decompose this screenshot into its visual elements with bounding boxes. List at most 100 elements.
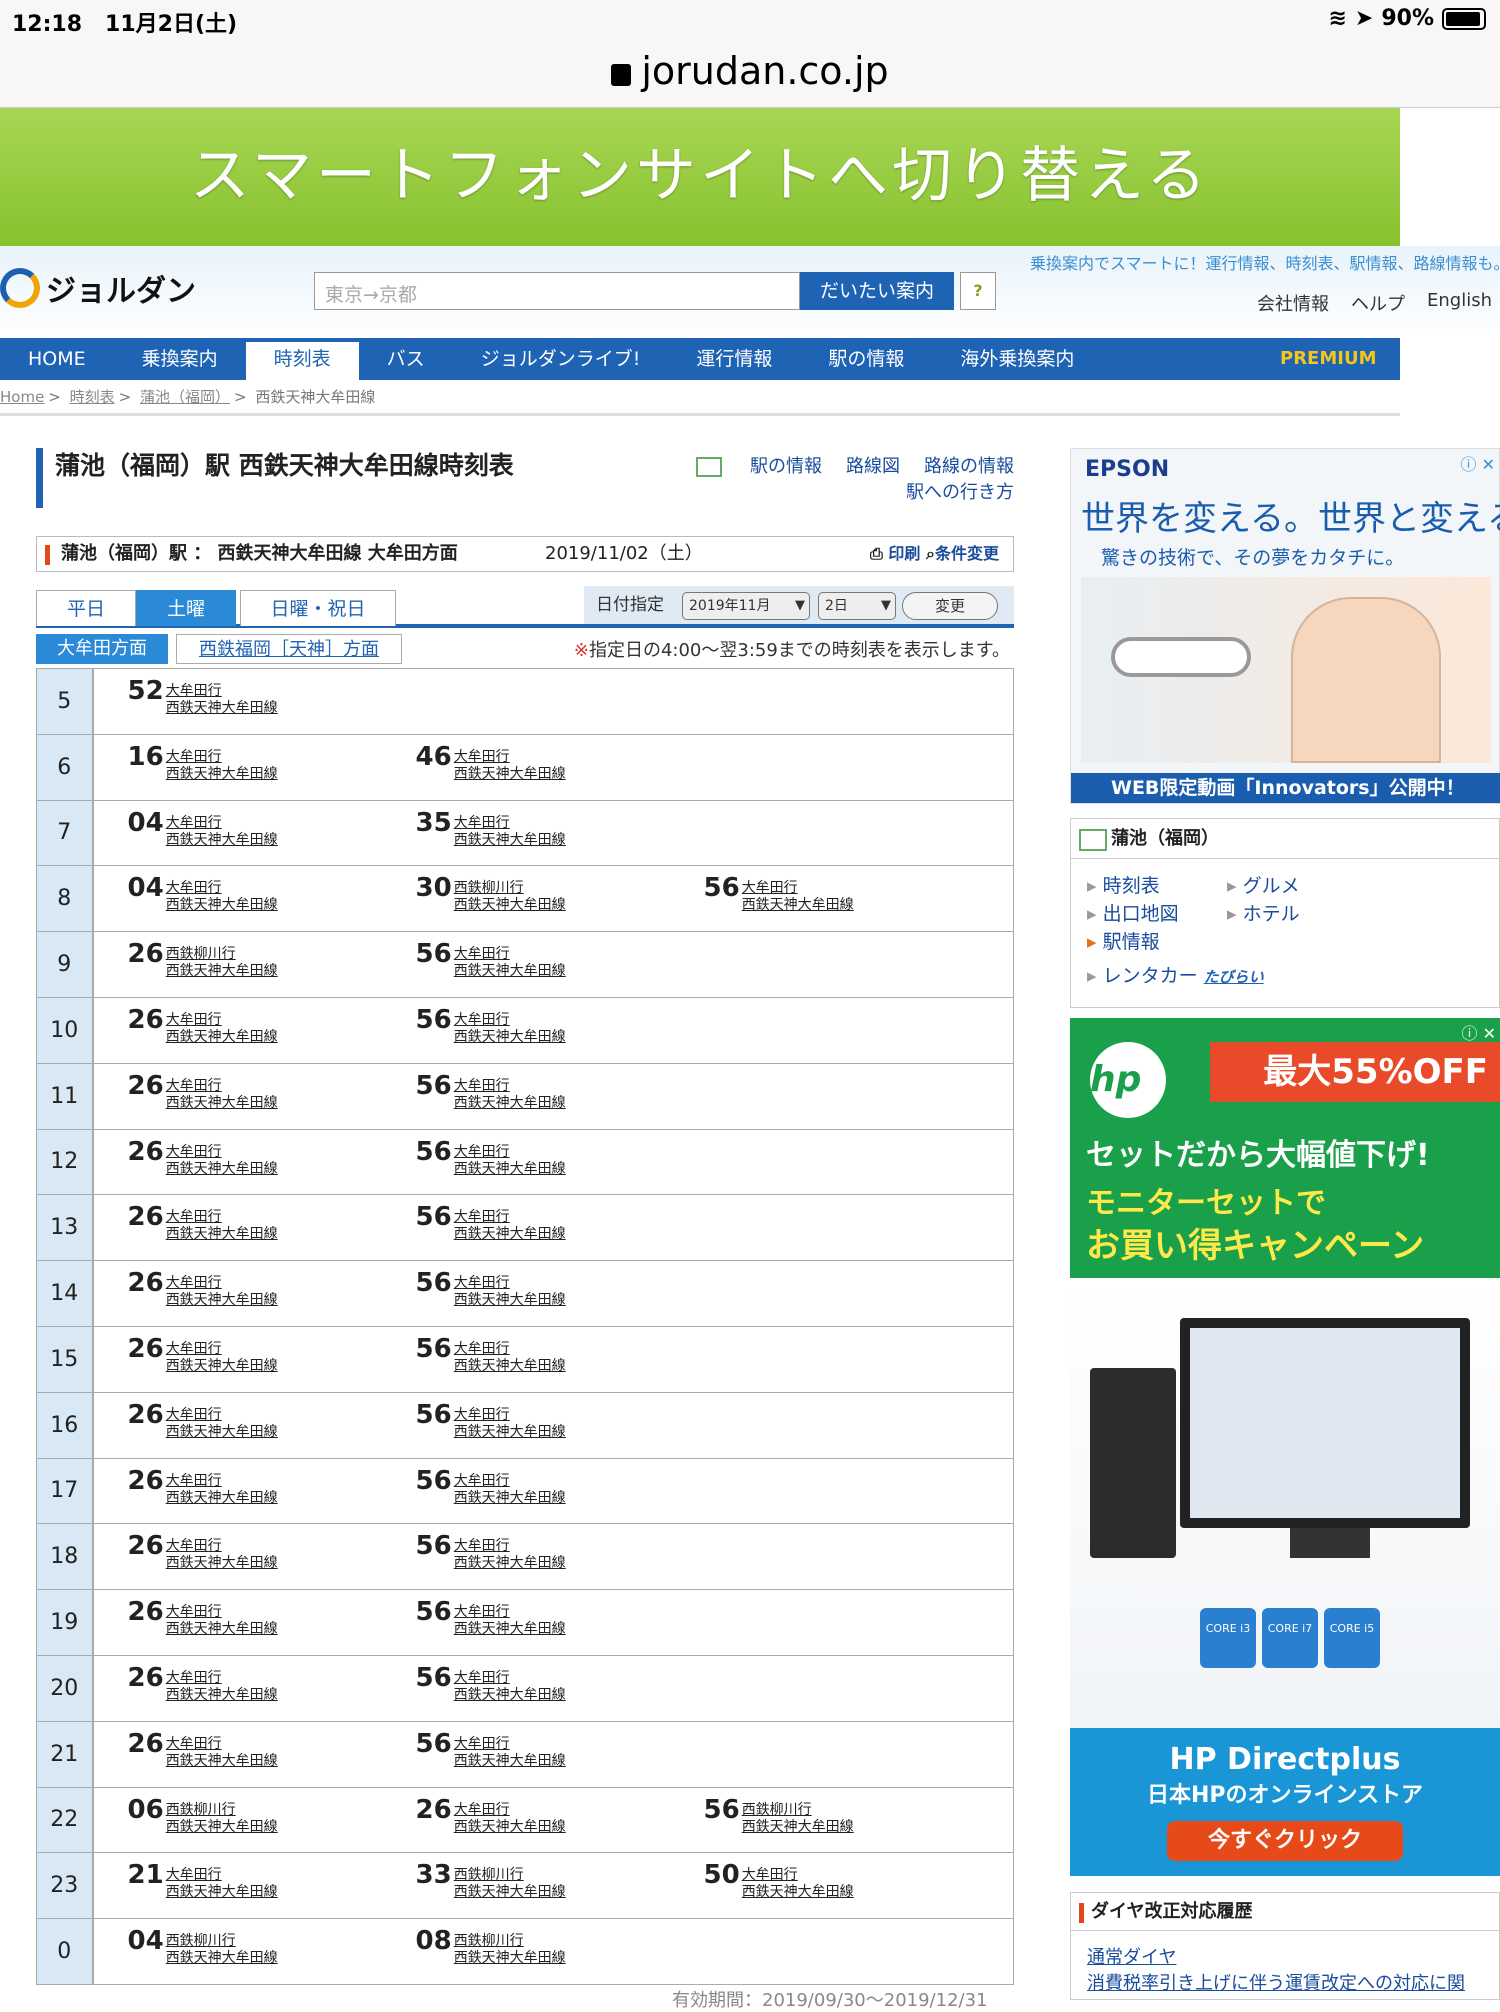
departure[interactable]: 26 大牟田行 西鉄天神大牟田線: [128, 1401, 278, 1441]
station-icon: [696, 457, 722, 477]
day-select[interactable]: 2日: [818, 592, 896, 620]
month-select[interactable]: 2019年11月: [682, 592, 810, 620]
station-link-exit-map[interactable]: 出口地図: [1087, 899, 1179, 926]
departure-line: 西鉄天神大牟田線: [453, 831, 566, 848]
direction-tenjin[interactable]: 西鉄福岡［天神］方面: [176, 634, 402, 664]
departure[interactable]: 16 大牟田行 西鉄天神大牟田線: [128, 743, 278, 783]
departure[interactable]: 21 大牟田行 西鉄天神大牟田線: [128, 1861, 278, 1901]
departure-line: 西鉄天神大牟田線: [453, 1686, 566, 1703]
nav-home[interactable]: HOME: [0, 338, 114, 380]
nav-transfer[interactable]: 乗換案内: [114, 338, 246, 380]
departure[interactable]: 56 大牟田行 西鉄天神大牟田線: [416, 940, 566, 980]
hour-cell: 18: [36, 1523, 94, 1590]
departure[interactable]: 35 大牟田行 西鉄天神大牟田線: [416, 809, 566, 849]
departure[interactable]: 04 西鉄柳川行 西鉄天神大牟田線: [128, 1927, 278, 1967]
departure[interactable]: 56 大牟田行 西鉄天神大牟田線: [416, 1269, 566, 1309]
departure[interactable]: 56 大牟田行 西鉄天神大牟田線: [416, 1203, 566, 1243]
departure[interactable]: 56 西鉄柳川行 西鉄天神大牟田線: [704, 1796, 854, 1836]
station-link-gourmet[interactable]: グルメ: [1227, 871, 1300, 898]
epson-ad[interactable]: ⓘ ✕ EPSON 世界を変える。世界と変える。 驚きの技術で、その夢をカタチに…: [1070, 448, 1500, 804]
link-station-info[interactable]: 駅の情報: [750, 456, 822, 477]
departure[interactable]: 06 西鉄柳川行 西鉄天神大牟田線: [128, 1796, 278, 1836]
revision-link-normal[interactable]: 通常ダイヤ: [1087, 1943, 1176, 1969]
station-link-rentacar[interactable]: レンタカー たびらい: [1087, 961, 1264, 988]
jorudan-logo[interactable]: ジョルダン: [0, 266, 196, 310]
departure[interactable]: 56 大牟田行 西鉄天神大牟田線: [416, 1532, 566, 1572]
departure[interactable]: 04 大牟田行 西鉄天神大牟田線: [128, 809, 278, 849]
departure[interactable]: 26 大牟田行 西鉄天神大牟田線: [416, 1796, 566, 1836]
departure-line: 西鉄天神大牟田線: [165, 1226, 278, 1243]
link-route-info[interactable]: 路線の情報: [924, 456, 1014, 477]
print-link[interactable]: 印刷: [888, 544, 920, 563]
departure[interactable]: 26 大牟田行 西鉄天神大牟田線: [128, 1269, 278, 1309]
direction-omuta[interactable]: 大牟田方面: [36, 634, 168, 664]
crumb-home[interactable]: Home: [0, 388, 44, 406]
station-link-hotel[interactable]: ホテル: [1227, 899, 1300, 926]
tab-saturday[interactable]: 土曜: [136, 590, 236, 626]
change-button[interactable]: 変更: [902, 592, 998, 620]
tab-weekday[interactable]: 平日: [36, 590, 136, 626]
departure[interactable]: 26 大牟田行 西鉄天神大牟田線: [128, 1598, 278, 1638]
departure[interactable]: 56 大牟田行 西鉄天神大牟田線: [416, 1138, 566, 1178]
departure[interactable]: 56 大牟田行 西鉄天神大牟田線: [416, 1467, 566, 1507]
departure[interactable]: 08 西鉄柳川行 西鉄天神大牟田線: [416, 1927, 566, 1967]
departure[interactable]: 50 大牟田行 西鉄天神大牟田線: [704, 1861, 854, 1901]
departure[interactable]: 56 大牟田行 西鉄天神大牟田線: [416, 1401, 566, 1441]
search-input[interactable]: 東京→京都: [314, 272, 800, 310]
minutes-cell: 06 西鉄柳川行 西鉄天神大牟田線 26 大牟田行 西鉄天神大牟田線 56 西鉄柳川行 西鉄天神…: [93, 1787, 1014, 1853]
hp-ad[interactable]: hp 最大55%OFF セットだから大幅値下げ! モニターセットで お買い得キャ…: [1070, 1018, 1500, 1876]
wifi-icon: ≋: [1328, 6, 1347, 31]
departure[interactable]: 26 大牟田行 西鉄天神大牟田線: [128, 1072, 278, 1112]
link-access[interactable]: 駅への行き方: [906, 482, 1014, 503]
nav-overseas[interactable]: 海外乗換案内: [932, 338, 1102, 380]
departure[interactable]: 56 大牟田行 西鉄天神大牟田線: [416, 1006, 566, 1046]
revision-link-tax[interactable]: 消費税率引き上げに伴う運賃改定への対応に関: [1087, 1969, 1465, 1995]
link-route-map[interactable]: 路線図: [846, 456, 900, 477]
departure[interactable]: 26 大牟田行 西鉄天神大牟田線: [128, 1730, 278, 1770]
nav-live[interactable]: ジョルダンライブ!: [453, 338, 669, 380]
tab-holiday[interactable]: 日曜・祝日: [240, 590, 396, 626]
link-help[interactable]: ヘルプ: [1351, 290, 1405, 316]
departure[interactable]: 56 大牟田行 西鉄天神大牟田線: [416, 1730, 566, 1770]
departure[interactable]: 26 大牟田行 西鉄天神大牟田線: [128, 1467, 278, 1507]
link-company[interactable]: 会社情報: [1257, 290, 1329, 316]
departure-line: 西鉄天神大牟田線: [453, 1884, 566, 1901]
departure[interactable]: 56 大牟田行 西鉄天神大牟田線: [704, 874, 854, 914]
departure[interactable]: 56 大牟田行 西鉄天神大牟田線: [416, 1335, 566, 1375]
departure[interactable]: 33 西鉄柳川行 西鉄天神大牟田線: [416, 1861, 566, 1901]
nav-operation[interactable]: 運行情報: [668, 338, 800, 380]
departure[interactable]: 46 大牟田行 西鉄天神大牟田線: [416, 743, 566, 783]
link-english[interactable]: English: [1427, 290, 1492, 316]
departure[interactable]: 04 大牟田行 西鉄天神大牟田線: [128, 874, 278, 914]
search-button[interactable]: だいたい案内: [800, 272, 954, 310]
smartphone-site-banner[interactable]: スマートフォンサイトへ切り替える: [0, 108, 1400, 246]
departure[interactable]: 26 大牟田行 西鉄天神大牟田線: [128, 1203, 278, 1243]
address-bar[interactable]: jorudan.co.jp: [0, 40, 1500, 108]
departure[interactable]: 30 西鉄柳川行 西鉄天神大牟田線: [416, 874, 566, 914]
departure-destination: 大牟田行: [165, 1735, 222, 1752]
station-link-timetable[interactable]: 時刻表: [1087, 871, 1160, 898]
ad-close-icon[interactable]: ⓘ ✕: [1461, 451, 1496, 475]
departure[interactable]: 26 大牟田行 西鉄天神大牟田線: [128, 1138, 278, 1178]
departure[interactable]: 52 大牟田行 西鉄天神大牟田線: [128, 677, 278, 717]
departure[interactable]: 26 大牟田行 西鉄天神大牟田線: [128, 1335, 278, 1375]
nav-station[interactable]: 駅の情報: [800, 338, 932, 380]
nav-timetable[interactable]: 時刻表: [245, 338, 359, 380]
change-condition-link[interactable]: 条件変更: [935, 544, 999, 563]
crumb-timetable[interactable]: 時刻表: [70, 388, 115, 406]
departure[interactable]: 56 大牟田行 西鉄天神大牟田線: [416, 1664, 566, 1704]
departure-destination: 大牟田行: [741, 880, 798, 897]
departure[interactable]: 26 大牟田行 西鉄天神大牟田線: [128, 1006, 278, 1046]
departure[interactable]: 56 大牟田行 西鉄天神大牟田線: [416, 1598, 566, 1638]
ad-close-icon[interactable]: ⓘ ✕: [1462, 1020, 1497, 1044]
nav-premium[interactable]: PREMIUM: [1280, 338, 1400, 380]
departure[interactable]: 26 西鉄柳川行 西鉄天神大牟田線: [128, 940, 278, 980]
station-link-info[interactable]: 駅情報: [1087, 927, 1160, 954]
crumb-station[interactable]: 蒲池（福岡）: [140, 388, 230, 406]
nav-bus[interactable]: バス: [359, 338, 453, 380]
departure[interactable]: 26 大牟田行 西鉄天神大牟田線: [128, 1664, 278, 1704]
departure[interactable]: 56 大牟田行 西鉄天神大牟田線: [416, 1072, 566, 1112]
departure[interactable]: 26 大牟田行 西鉄天神大牟田線: [128, 1532, 278, 1572]
hp-cta-button[interactable]: 今すぐクリック: [1167, 1821, 1403, 1861]
help-question-button[interactable]: ?: [960, 272, 996, 310]
